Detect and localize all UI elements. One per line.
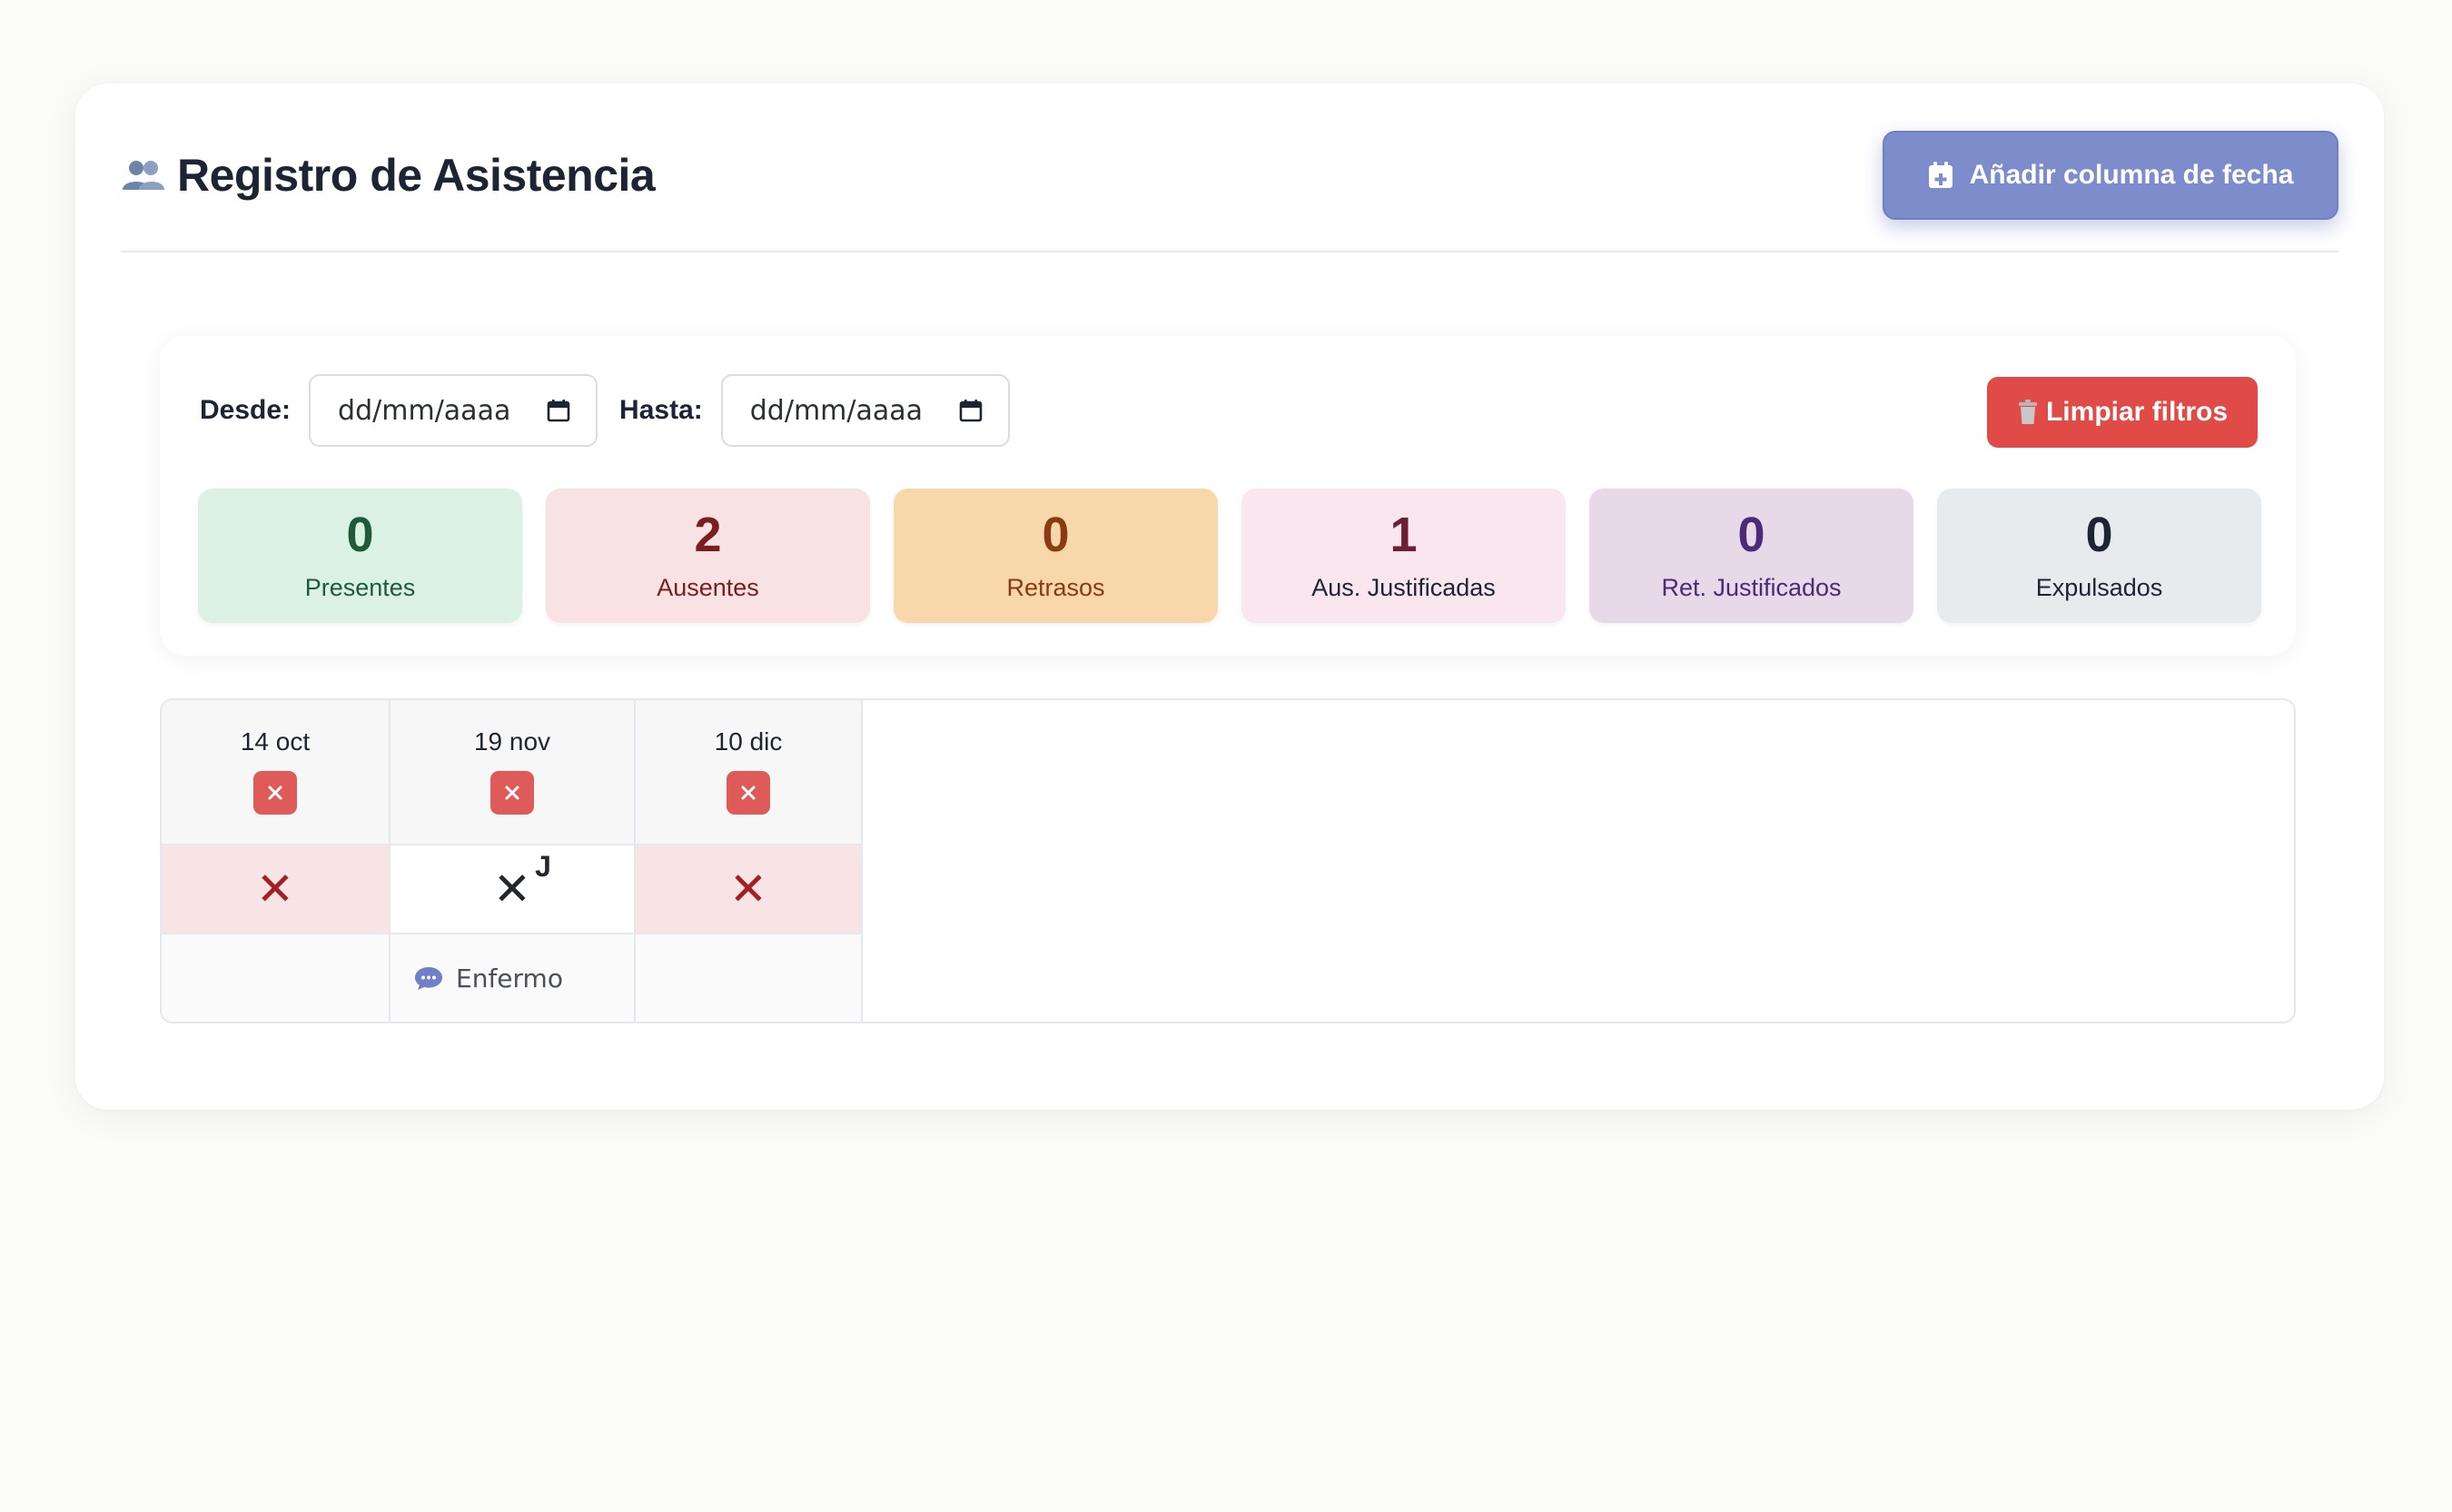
calendar-icon[interactable] — [959, 399, 983, 422]
column-date: 19 nov — [473, 727, 551, 756]
stat-value: 0 — [1042, 507, 1070, 562]
add-date-column-button[interactable]: Añadir columna de fecha — [1883, 131, 2338, 220]
stat-retrasos[interactable]: 0 Retrasos — [894, 489, 1218, 623]
close-icon — [505, 786, 519, 800]
stat-label: Retrasos — [1006, 573, 1105, 601]
close-icon — [268, 786, 282, 800]
trash-icon — [2018, 400, 2037, 424]
to-date-input[interactable]: dd/mm/aaaa — [720, 374, 1010, 447]
attendance-summary: 0 Presentes 2 Ausentes 0 Retrasos 1 Aus.… — [198, 489, 2261, 623]
absent-mark: ✕ — [256, 864, 294, 914]
to-date-value: dd/mm/aaaa — [749, 394, 924, 427]
close-icon — [741, 786, 756, 800]
attendance-cell-justified[interactable]: ✕ J — [391, 845, 634, 934]
stat-ausencias-justificadas[interactable]: 1 Aus. Justificadas — [1241, 489, 1566, 623]
column-date: 10 dic — [714, 727, 783, 756]
absent-mark: ✕ — [729, 864, 767, 914]
attendance-cell-absent[interactable]: ✕ — [636, 845, 861, 934]
justified-superscript: J — [535, 850, 551, 883]
date-column: 14 oct ✕ — [162, 700, 391, 1022]
attendance-grid: 14 oct ✕ 19 nov ✕ J Enfermo 10 dic ✕ — [162, 700, 863, 1022]
from-date-value: dd/mm/aaaa — [338, 394, 511, 427]
stat-label: Ausentes — [657, 573, 759, 601]
stat-value: 0 — [2085, 507, 2113, 562]
note-cell[interactable] — [162, 934, 389, 1022]
page-title: Registro de Asistencia — [121, 149, 656, 202]
note-cell[interactable] — [636, 934, 861, 1022]
column-header: 14 oct — [162, 700, 389, 845]
stat-value: 0 — [1737, 507, 1765, 562]
from-label: Desde: — [200, 395, 292, 425]
column-date: 14 oct — [240, 727, 311, 756]
delete-column-button[interactable] — [727, 771, 770, 815]
stat-label: Presentes — [304, 573, 416, 601]
stat-expulsados[interactable]: 0 Expulsados — [1937, 489, 2261, 623]
add-date-column-label: Añadir columna de fecha — [1969, 160, 2294, 190]
stat-retrasos-justificados[interactable]: 0 Ret. Justificados — [1589, 489, 1913, 623]
attendance-cell-absent[interactable]: ✕ — [162, 845, 389, 934]
note-text: Enfermo — [456, 963, 563, 993]
column-header: 19 nov — [391, 700, 634, 845]
people-icon — [123, 161, 164, 190]
note-cell[interactable]: Enfermo — [391, 934, 634, 1022]
page-title-text: Registro de Asistencia — [177, 150, 656, 201]
clear-filters-label: Limpiar filtros — [2045, 397, 2229, 427]
delete-column-button[interactable] — [490, 771, 534, 815]
stat-label: Aus. Justificadas — [1311, 573, 1496, 601]
column-header: 10 dic — [636, 700, 861, 845]
stat-value: 0 — [346, 507, 374, 562]
attendance-table: 14 oct ✕ 19 nov ✕ J Enfermo 10 dic ✕ — [160, 698, 2296, 1023]
stat-ausentes[interactable]: 2 Ausentes — [546, 489, 870, 623]
justified-mark-x: ✕ — [493, 864, 531, 914]
stat-value: 1 — [1389, 507, 1418, 562]
attendance-card: Registro de Asistencia Añadir columna de… — [75, 84, 2384, 1110]
card-header: Registro de Asistencia Añadir columna de… — [121, 84, 2338, 252]
stat-presentes[interactable]: 0 Presentes — [198, 489, 522, 623]
comment-icon — [415, 967, 442, 990]
calendar-icon[interactable] — [547, 399, 570, 422]
clear-filters-button[interactable]: Limpiar filtros — [1987, 377, 2258, 448]
date-column: 10 dic ✕ — [636, 700, 863, 1022]
stat-value: 2 — [694, 507, 722, 562]
date-range-filter: Desde: dd/mm/aaaa Hasta: dd/mm/aaaa — [200, 374, 1010, 447]
to-label: Hasta: — [619, 395, 703, 425]
filter-panel: Desde: dd/mm/aaaa Hasta: dd/mm/aaaa Limp… — [160, 336, 2296, 656]
calendar-plus-icon — [1928, 162, 1953, 188]
stat-label: Ret. Justificados — [1661, 573, 1842, 601]
justified-mark: ✕ J — [493, 850, 551, 915]
from-date-input[interactable]: dd/mm/aaaa — [309, 374, 598, 447]
date-column: 19 nov ✕ J Enfermo — [391, 700, 636, 1022]
delete-column-button[interactable] — [253, 771, 297, 815]
stat-label: Expulsados — [2035, 573, 2163, 601]
